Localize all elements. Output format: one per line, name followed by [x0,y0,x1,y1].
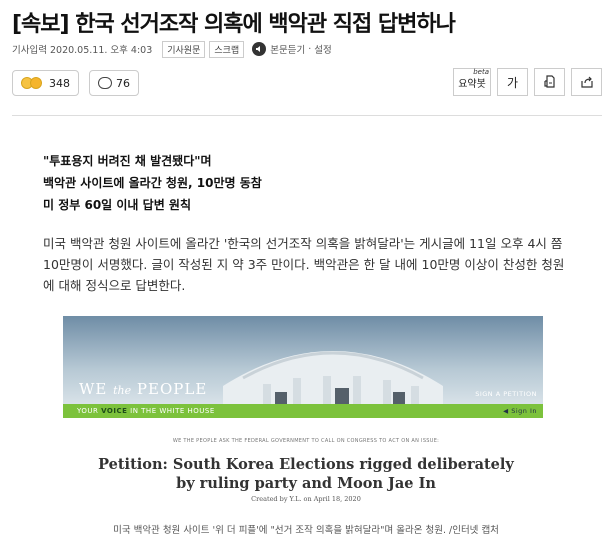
font-size-label: 가 [506,75,519,90]
separator: · [308,43,312,55]
emotion-count: 348 [49,76,70,90]
listen-label: 본문듣기 [270,45,306,56]
white-house-banner-image: WE the PEOPLE SIGN A PETITION YOUR VOICE… [63,316,543,418]
comment-count: 76 [116,76,130,90]
publish-date: 기사입력 2020.05.11. 오후 4:03 [12,45,153,56]
speaker-icon [252,42,267,56]
voice-banner: YOUR VOICE IN THE WHITE HOUSE ◀ Sign In [63,404,543,418]
share-icon [580,76,593,88]
petition-byline: Created by Y.L. on April 18, 2020 [251,495,361,503]
sign-petition-link: SIGN A PETITION [475,390,537,398]
summary-bot-button[interactable]: 요약봇 beta [453,68,491,96]
article-subheads: "투표용지 버려진 채 발견됐다"며 백악관 사이트에 올라간 청원, 10만명… [43,150,262,216]
comment-bubble-icon [98,77,112,89]
emotion-button[interactable]: 348 [12,70,79,96]
article-tools: 요약봇 beta 가 [447,68,602,96]
subhead-line: 백악관 사이트에 올라간 청원, 10만명 동참 [43,176,262,190]
subhead-line: 미 정부 60일 이내 답변 원칙 [43,198,191,212]
reaction-bar: 348 76 [12,70,149,96]
print-icon [543,75,555,88]
image-caption: 미국 백악관 청원 사이트 '위 더 피플'에 "선거 조작 의혹을 밝혀달라"… [113,525,499,536]
sign-in-link: ◀ Sign In [503,407,537,415]
petition-title-line: Petition: South Korea Elections rigged d… [98,456,514,473]
print-button[interactable] [534,68,565,96]
article-body: 미국 백악관 청원 사이트에 올라간 '한국의 선거조작 의혹을 밝혀달라'는 … [43,236,565,293]
comment-button[interactable]: 76 [89,70,139,96]
original-article-button[interactable]: 기사원문 [162,40,206,58]
voice-tagline: YOUR VOICE IN THE WHITE HOUSE [77,407,215,415]
petition-title-line: by ruling party and Moon Jae In [176,475,436,492]
summary-bot-label: 요약봇 [458,78,486,90]
subhead-line: "투표용지 버려진 채 발견됐다"며 [43,154,212,168]
laugh-emoji-icon [30,77,42,89]
petition-ask-line: WE THE PEOPLE ASK THE FEDERAL GOVERNMENT… [172,438,440,444]
article-title: [속보] 한국 선거조작 의혹에 백악관 직접 답변하나 [12,12,456,37]
we-the-people-logo: WE the PEOPLE [79,380,208,398]
article-meta: 기사입력 2020.05.11. 오후 4:03 기사원문 스크랩 본문듣기 ·… [12,40,332,58]
petition-title: Petition: South Korea Elections rigged d… [0,455,612,493]
share-button[interactable] [571,68,602,96]
listen-button[interactable]: 본문듣기 [252,42,305,56]
header-divider [12,115,602,116]
beta-badge: beta [473,68,489,76]
font-size-button[interactable]: 가 [497,68,528,96]
scrap-button[interactable]: 스크랩 [209,40,245,58]
settings-link[interactable]: 설정 [314,42,331,56]
